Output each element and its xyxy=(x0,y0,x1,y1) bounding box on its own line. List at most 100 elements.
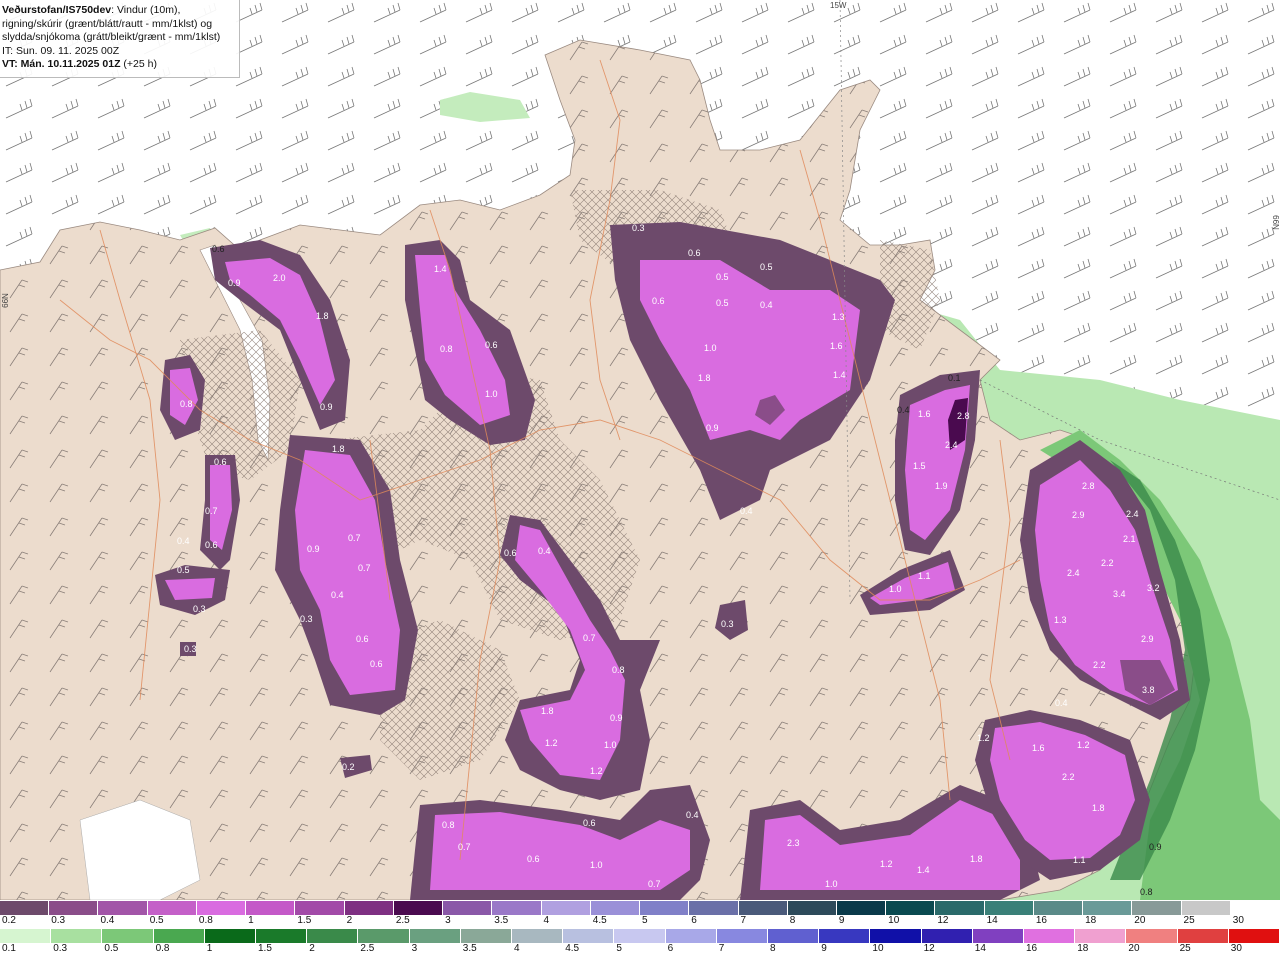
rain-bar-label: 2 xyxy=(309,943,315,954)
rain-bar-swatch xyxy=(512,929,564,943)
snow-bar-swatch xyxy=(344,901,394,915)
snow-bar-swatch xyxy=(590,901,641,915)
snow-bar-swatch xyxy=(886,901,936,915)
snow-bar-swatch xyxy=(787,901,837,915)
rain-bar-swatch xyxy=(51,929,103,943)
rain-bar-swatch xyxy=(0,929,52,943)
precip-value-label: 1.4 xyxy=(917,865,930,875)
map-title-box: Veðurstofan/IS750dev: Vindur (10m), rign… xyxy=(0,0,240,78)
precip-value-label: 0.4 xyxy=(177,536,190,546)
rain-bar-label: 18 xyxy=(1077,943,1089,954)
snow-bar-swatch xyxy=(295,901,345,915)
precip-value-label: 0.8 xyxy=(612,665,625,675)
rain-bar-swatch xyxy=(870,929,922,943)
precip-value-label: 0.7 xyxy=(458,842,471,852)
snow-bar-label: 10 xyxy=(888,915,900,926)
precip-value-label: 2.2 xyxy=(1062,772,1075,782)
snow-bar-label: 30 xyxy=(1232,915,1244,926)
snow-bar-label: 14 xyxy=(986,915,998,926)
precip-value-label: 0.4 xyxy=(331,590,344,600)
rain-bar-label: 9 xyxy=(821,943,827,954)
precip-value-label: 1.6 xyxy=(830,341,843,351)
snow-bar-swatch xyxy=(1132,901,1182,915)
precip-value-label: 0.9 xyxy=(610,713,623,723)
snow-bar-swatch xyxy=(1230,901,1280,915)
precip-value-label: 1.1 xyxy=(1073,855,1086,865)
rain-bar-label: 3.5 xyxy=(462,943,477,954)
precip-value-label: 1.6 xyxy=(1032,743,1045,753)
precip-value-label: 0.3 xyxy=(193,604,206,614)
precip-value-label: 0.5 xyxy=(716,272,729,282)
precip-value-label: 3.8 xyxy=(1142,685,1155,695)
snow-bar-label: 1.5 xyxy=(297,915,312,926)
rain-bar-label: 3 xyxy=(411,943,418,954)
precip-value-label: 2.2 xyxy=(1093,660,1106,670)
snow-bar-label: 25 xyxy=(1183,915,1195,926)
precip-value-label: 1.0 xyxy=(704,343,717,353)
grid-label-top: 15W xyxy=(830,1,847,10)
precip-value-label: 1.8 xyxy=(332,444,345,454)
precip-value-label: 0.7 xyxy=(648,879,661,889)
snow-bar-label: 0.5 xyxy=(149,915,164,926)
snow-bar-label: 2 xyxy=(346,915,353,926)
precip-value-label: 0.6 xyxy=(583,818,596,828)
snow-bar-label: 0.8 xyxy=(198,915,213,926)
precip-value-label: 1.0 xyxy=(825,879,838,889)
rain-bar-swatch xyxy=(409,929,461,943)
precip-value-label: 0.4 xyxy=(740,506,753,516)
weather-map: 0.3 0.6 0.5 0.6 0.5 0.5 0.4 1.3 1.6 1.4 1.0 1.8 0.9 0… xyxy=(0,0,1280,900)
rain-bar-swatch xyxy=(768,929,820,943)
snow-bar-label: 4 xyxy=(543,915,550,926)
snow-bar-label: 3 xyxy=(445,915,451,926)
precip-value-label: 2.9 xyxy=(1141,634,1154,644)
snow-color-bar xyxy=(0,901,1280,915)
rain-bar-swatch xyxy=(1024,929,1076,943)
snow-bar-swatch xyxy=(393,901,444,915)
precip-value-label: 1.8 xyxy=(970,854,983,864)
precip-value-label: 1.0 xyxy=(889,584,902,594)
precip-value-label: 0.5 xyxy=(716,298,729,308)
rain-bar-swatch xyxy=(460,929,513,943)
precip-value-label: 0.3 xyxy=(632,223,645,233)
precip-value-label: 0.2 xyxy=(342,762,355,772)
rain-bar-label: 1 xyxy=(206,943,213,954)
rain-bar-label: 0.5 xyxy=(104,943,119,954)
precip-value-label: 2.1 xyxy=(1123,534,1136,544)
precip-value-label: 0.4 xyxy=(897,405,910,415)
precip-value-label: 2.2 xyxy=(1101,558,1114,568)
precip-value-label: 1.8 xyxy=(1092,803,1105,813)
precip-value-label: 0.8 xyxy=(180,399,193,409)
snow-bar-swatch xyxy=(1181,901,1231,915)
snow-bar-label: 0.4 xyxy=(100,915,115,926)
rain-bar-label: 12 xyxy=(923,943,935,954)
rain-color-bar xyxy=(0,929,1280,943)
precip-value-label: 0.6 xyxy=(205,540,218,550)
rain-bar-label: 30 xyxy=(1230,943,1242,954)
snow-bar-label: 4.5 xyxy=(592,915,607,926)
rain-bar-label: 0.1 xyxy=(2,943,16,954)
precip-value-label: 1.9 xyxy=(935,481,948,491)
rain-bar-label: 1.5 xyxy=(258,943,272,954)
rain-bar-swatch xyxy=(716,929,769,943)
precip-value-label: 1.2 xyxy=(1077,740,1090,750)
rain-bar-swatch xyxy=(307,929,359,943)
precip-value-label: 1.1 xyxy=(918,571,931,581)
precip-value-label: 1.8 xyxy=(541,706,554,716)
precip-value-label: 2.4 xyxy=(1067,568,1080,578)
snow-bar-swatch xyxy=(738,901,788,915)
precip-value-label: 0.6 xyxy=(688,248,701,258)
title-line3: slydda/snjókoma (grátt/bleikt/grænt - mm… xyxy=(2,31,221,43)
snow-bar-swatch xyxy=(492,901,542,915)
snow-bar-swatch xyxy=(935,901,985,915)
rain-bar-label: 7 xyxy=(718,943,725,954)
rain-bar-label: 4.5 xyxy=(565,943,580,954)
rain-bar-label: 6 xyxy=(667,943,674,954)
rain-bar-label: 0.3 xyxy=(53,943,68,954)
snow-bar-label: 1 xyxy=(248,915,254,926)
rain-bar-swatch xyxy=(204,929,257,943)
rain-bar-swatch xyxy=(256,929,308,943)
init-time: IT: Sun. 09. 11. 2025 00Z xyxy=(2,44,120,57)
snow-bar-swatch xyxy=(836,901,887,915)
valid-time: VT: Mán. 10.11.2025 01Z xyxy=(2,58,121,70)
precip-value-label: 0.4 xyxy=(1055,698,1068,708)
